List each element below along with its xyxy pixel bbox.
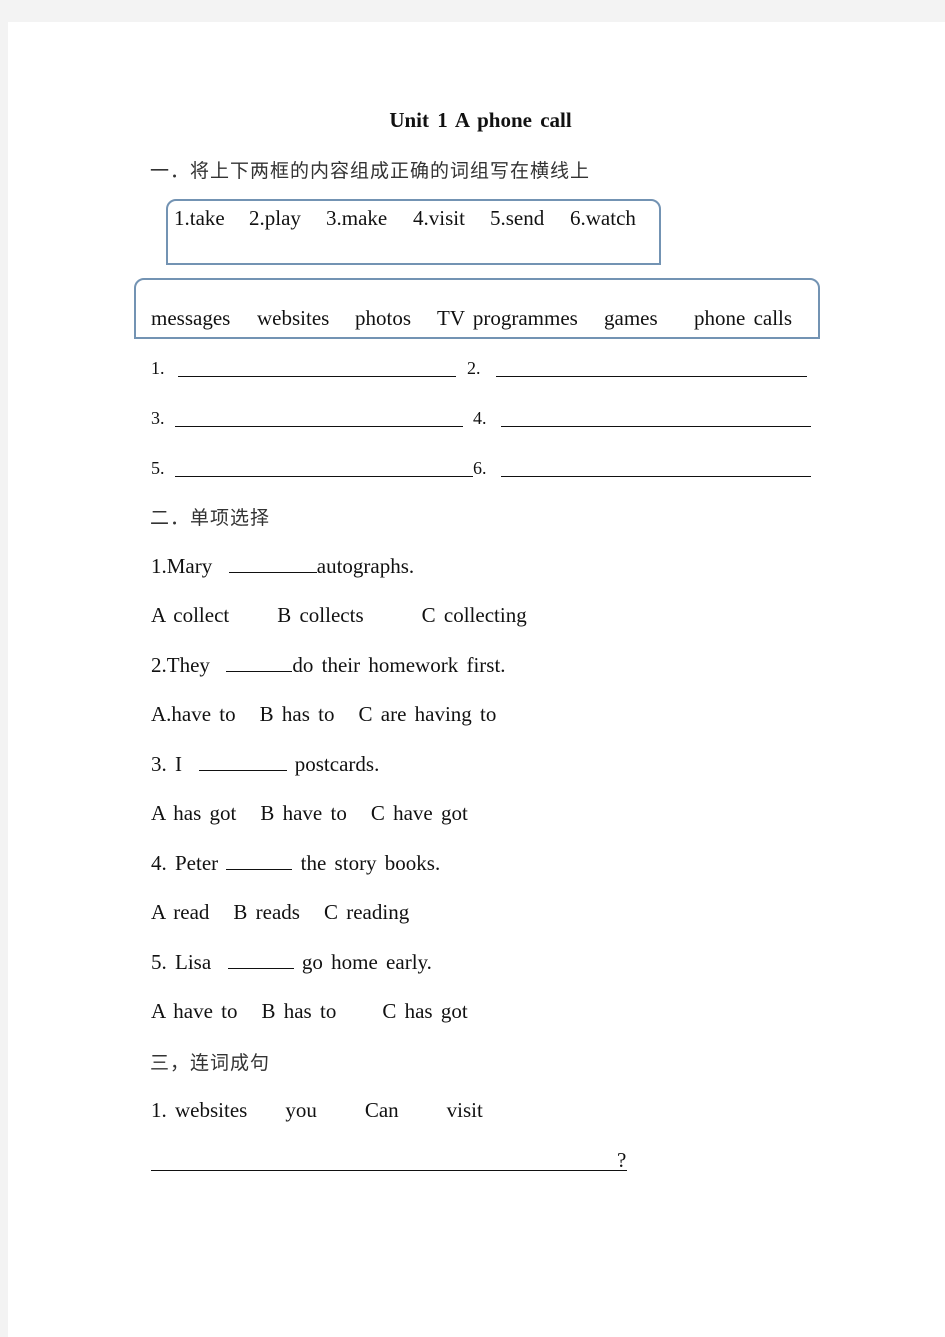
answer-label: 3. (151, 408, 165, 428)
noun-item: games (604, 306, 658, 330)
option-c[interactable]: C has got (382, 999, 467, 1023)
question-text-before: Mary (166, 554, 221, 578)
question-3: 3. I postcards. (151, 752, 379, 777)
noun-item: websites (257, 306, 330, 330)
noun-item: phone calls (694, 306, 793, 330)
answer-blank-6[interactable] (501, 476, 811, 477)
answer-blank-4[interactable] (501, 426, 811, 427)
verb-item: 5.send (490, 206, 545, 230)
option-b[interactable]: B has to (260, 702, 335, 726)
scrambled-item-1: 1. websites you Can visit (151, 1098, 483, 1123)
question-2-options: A.have to B has to C are having to (151, 702, 496, 727)
question-number: 5. (151, 950, 167, 974)
question-text-before: Peter (166, 851, 227, 875)
answer-label: 1. (151, 358, 165, 378)
option-b[interactable]: B collects (277, 603, 363, 627)
answer-blank-2[interactable] (496, 376, 807, 377)
option-c[interactable]: C are having to (359, 702, 497, 726)
item-number: 1. (151, 1098, 167, 1122)
scrambled-word: websites (175, 1098, 248, 1122)
answer-blank-3[interactable] (175, 426, 463, 427)
end-punctuation: ? (617, 1148, 627, 1172)
question-5: 5. Lisa go home early. (151, 950, 432, 975)
question-blank[interactable] (227, 950, 294, 969)
question-text-after: autographs. (316, 554, 415, 578)
option-a[interactable]: A has got (151, 801, 236, 825)
question-number: 3. (151, 752, 167, 776)
noun-item: messages (151, 306, 231, 330)
section3-heading: 三，连词成句 (150, 1052, 271, 1074)
sentence-answer-blank[interactable] (151, 1170, 627, 1171)
verb-item: 4.visit (413, 206, 465, 230)
verb-item: 6.watch (570, 206, 636, 230)
question-1-options: A collect B collects C collecting (151, 603, 527, 628)
question-number: 4. (151, 851, 167, 875)
question-number: 2. (151, 653, 167, 677)
question-3-options: A has got B have to C have got (151, 801, 468, 826)
option-a[interactable]: A.have to (151, 702, 236, 726)
question-text-after: postcards. (286, 752, 380, 776)
verb-item: 3.make (326, 206, 388, 230)
option-b[interactable]: B have to (260, 801, 346, 825)
noun-item: TV programmes (437, 306, 578, 330)
option-c[interactable]: C reading (324, 900, 409, 924)
question-text-before: Lisa (166, 950, 220, 974)
option-a[interactable]: A read (151, 900, 209, 924)
answer-blank-1[interactable] (178, 376, 456, 377)
answer-blank-5[interactable] (175, 476, 473, 477)
section1-heading: 一．将上下两框的内容组成正确的词组写在横线上 (150, 160, 591, 182)
page-title: Unit 1 A phone call (389, 108, 572, 132)
question-2: 2.They do their homework first. (151, 653, 506, 678)
question-number: 1. (151, 554, 167, 578)
answer-label: 4. (473, 408, 487, 428)
question-blank[interactable] (198, 752, 287, 771)
option-b[interactable]: B has to (261, 999, 336, 1023)
verb-item: 1.take (174, 206, 225, 230)
noun-item: photos (355, 306, 412, 330)
question-blank[interactable] (226, 851, 293, 870)
question-4: 4. Peter the story books. (151, 851, 440, 876)
section2-heading: 二．单项选择 (150, 507, 271, 529)
question-text-after: do their homework first. (292, 653, 506, 677)
question-text-after: the story books. (292, 851, 441, 875)
question-blank[interactable] (226, 653, 293, 672)
option-c[interactable]: C have got (371, 801, 468, 825)
verb-item: 2.play (249, 206, 301, 230)
option-a[interactable]: A have to (151, 999, 237, 1023)
question-4-options: A read B reads C reading (151, 900, 409, 925)
worksheet-page: Unit 1 A phone call 一．将上下两框的内容组成正确的词组写在横… (8, 22, 945, 1337)
scrambled-word: Can (364, 1098, 399, 1122)
scrambled-word: visit (446, 1098, 483, 1122)
answer-label: 6. (473, 458, 487, 478)
question-blank[interactable] (228, 554, 317, 573)
answer-label: 2. (467, 358, 481, 378)
option-b[interactable]: B reads (233, 900, 300, 924)
question-text-before: I (166, 752, 191, 776)
option-c[interactable]: C collecting (422, 603, 527, 627)
option-a[interactable]: A collect (151, 603, 229, 627)
question-1: 1.Mary autographs. (151, 554, 414, 579)
scrambled-word: you (285, 1098, 317, 1122)
question-text-after: go home early. (293, 950, 432, 974)
question-text-before: They (166, 653, 219, 677)
question-5-options: A have to B has to C has got (151, 999, 468, 1024)
answer-label: 5. (151, 458, 165, 478)
